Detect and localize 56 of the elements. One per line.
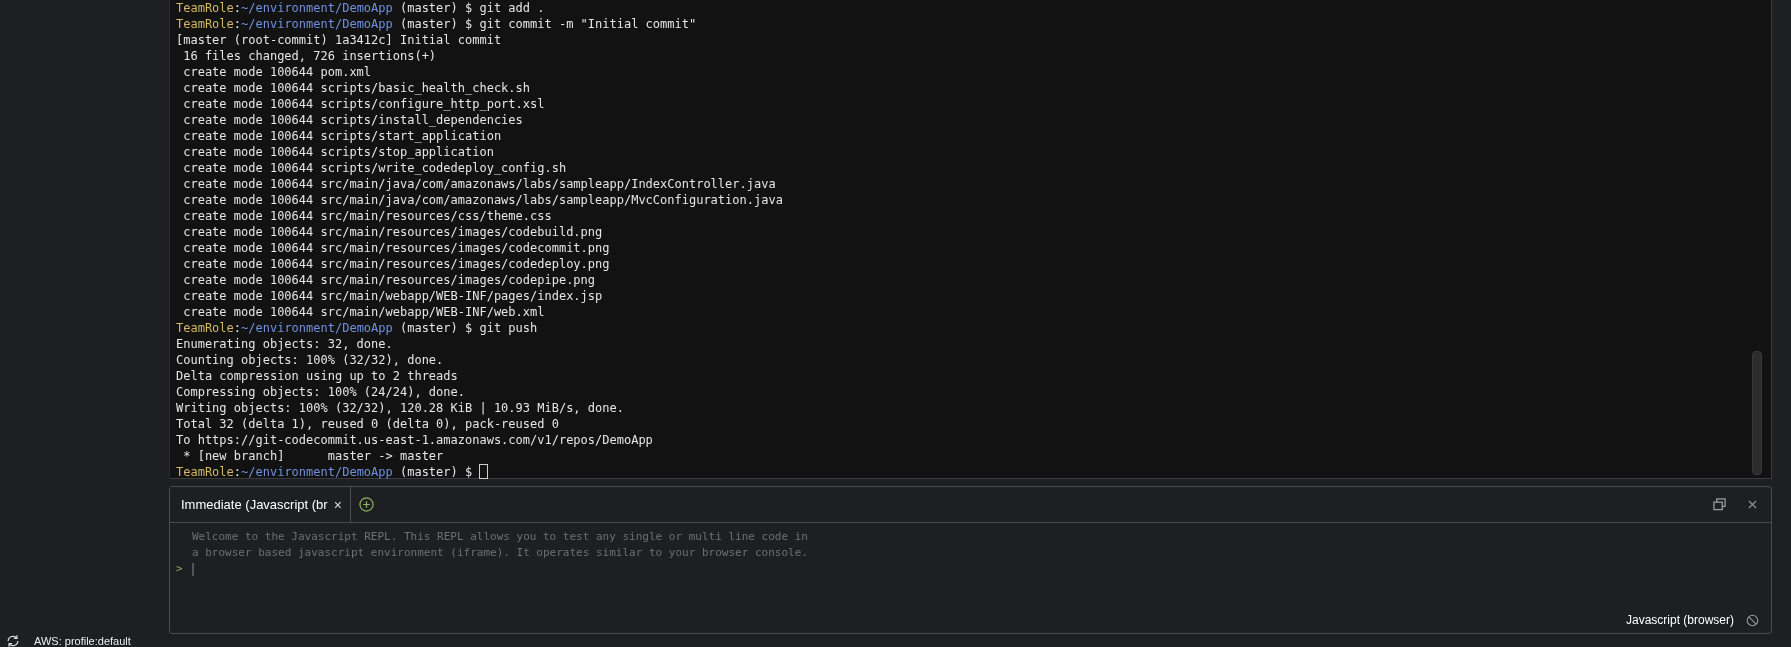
prompt-chevron: > [176,561,184,577]
output-line: [master (root-commit) 1a3412c] Initial commit [176,33,502,47]
prompt-user: TeamRole [176,465,234,479]
tab-close-button[interactable]: × [333,496,342,513]
output-line: create mode 100644 src/main/resources/images/codecommit.png [182,241,610,255]
output-line: Total 32 (delta 1), reused 0 (delta 0), pack-reused 0 [176,417,559,431]
output-line: create mode 100644 scripts/stop_application [182,145,494,159]
output-line: create mode 100644 scripts/install_dependencies [182,113,523,127]
status-text[interactable]: AWS: profile:default [34,635,131,647]
output-line: create mode 100644 src/main/resources/css/theme.css [182,209,552,223]
prompt-user: TeamRole [176,1,234,15]
prompt-user: TeamRole [176,321,234,335]
output-line: create mode 100644 src/main/webapp/WEB-INF/web.xml [182,305,545,319]
output-line: create mode 100644 pom.xml [182,65,372,79]
prompt-path: ~/environment/DemoApp [241,1,393,15]
output-line: create mode 100644 src/main/resources/images/codedeploy.png [182,257,610,271]
output-line: create mode 100644 src/main/java/com/amazonaws/labs/sampleapp/MvcConfiguration.java [182,193,783,207]
repl-tab[interactable]: Immediate (Javascript (br × [170,487,351,522]
command-text: (master) $ [398,465,474,479]
welcome-text: Welcome to the Javascript REPL. This REPL allows you to test any single or multi line code in [192,529,809,545]
add-icon[interactable] [358,497,374,512]
command-text: (master) $ git commit -m "Initial commit" [398,17,697,31]
scrollbar[interactable] [1752,351,1762,475]
prompt-separator: : [233,321,242,335]
output-line: Delta compression using up to 2 threads [176,369,458,383]
output-line: create mode 100644 src/main/java/com/amazonaws/labs/sampleapp/IndexController.java [182,177,776,191]
output-line: create mode 100644 src/main/resources/images/codepipe.png [182,273,596,287]
output-line: Compressing objects: 100% (24/24), done. [176,385,465,399]
prompt-separator: : [233,1,242,15]
output-line: create mode 100644 src/main/resources/images/codebuild.png [182,225,603,239]
welcome-text: a browser based javascript environment (iframe). It operates similar to your browser console. [192,545,809,561]
prompt-path: ~/environment/DemoApp [241,17,393,31]
output-line: Enumerating objects: 32, done. [176,337,393,351]
prompt-separator: : [233,465,242,479]
runtime-label[interactable]: Javascript (browser) [1625,613,1734,627]
prompt-path: ~/environment/DemoApp [241,321,393,335]
close-icon[interactable] [1748,500,1757,509]
output-line: create mode 100644 scripts/basic_health_check.sh [182,81,530,95]
output-line: create mode 100644 scripts/configure_http_port.xsl [182,97,545,111]
output-line: Writing objects: 100% (32/32), 120.28 KiB | 10.93 MiB/s, done. [176,401,624,415]
prohibited-icon[interactable] [1746,613,1759,627]
text-cursor [479,464,489,479]
command-text: (master) $ git add . [398,1,545,15]
prompt-user: TeamRole [176,17,234,31]
output-line: create mode 100644 src/main/webapp/WEB-INF/pages/index.jsp [182,289,603,303]
output-line: Counting objects: 100% (32/32), done. [176,353,444,367]
prompt-path: ~/environment/DemoApp [241,465,393,479]
command-text: (master) $ git push [398,321,538,335]
windows-icon[interactable] [1713,498,1726,511]
output-line: * [new branch] master -> master [182,449,444,463]
output-line: To https://git-codecommit.us-east-1.amazonaws.com/v1/repos/DemoApp [176,433,653,447]
output-line: create mode 100644 scripts/start_application [182,129,502,143]
prompt-separator: : [233,17,242,31]
output-line: 16 files changed, 726 insertions(+) [182,49,437,63]
refresh-icon[interactable] [6,634,20,647]
output-line: create mode 100644 scripts/write_codedeploy_config.sh [182,161,567,175]
